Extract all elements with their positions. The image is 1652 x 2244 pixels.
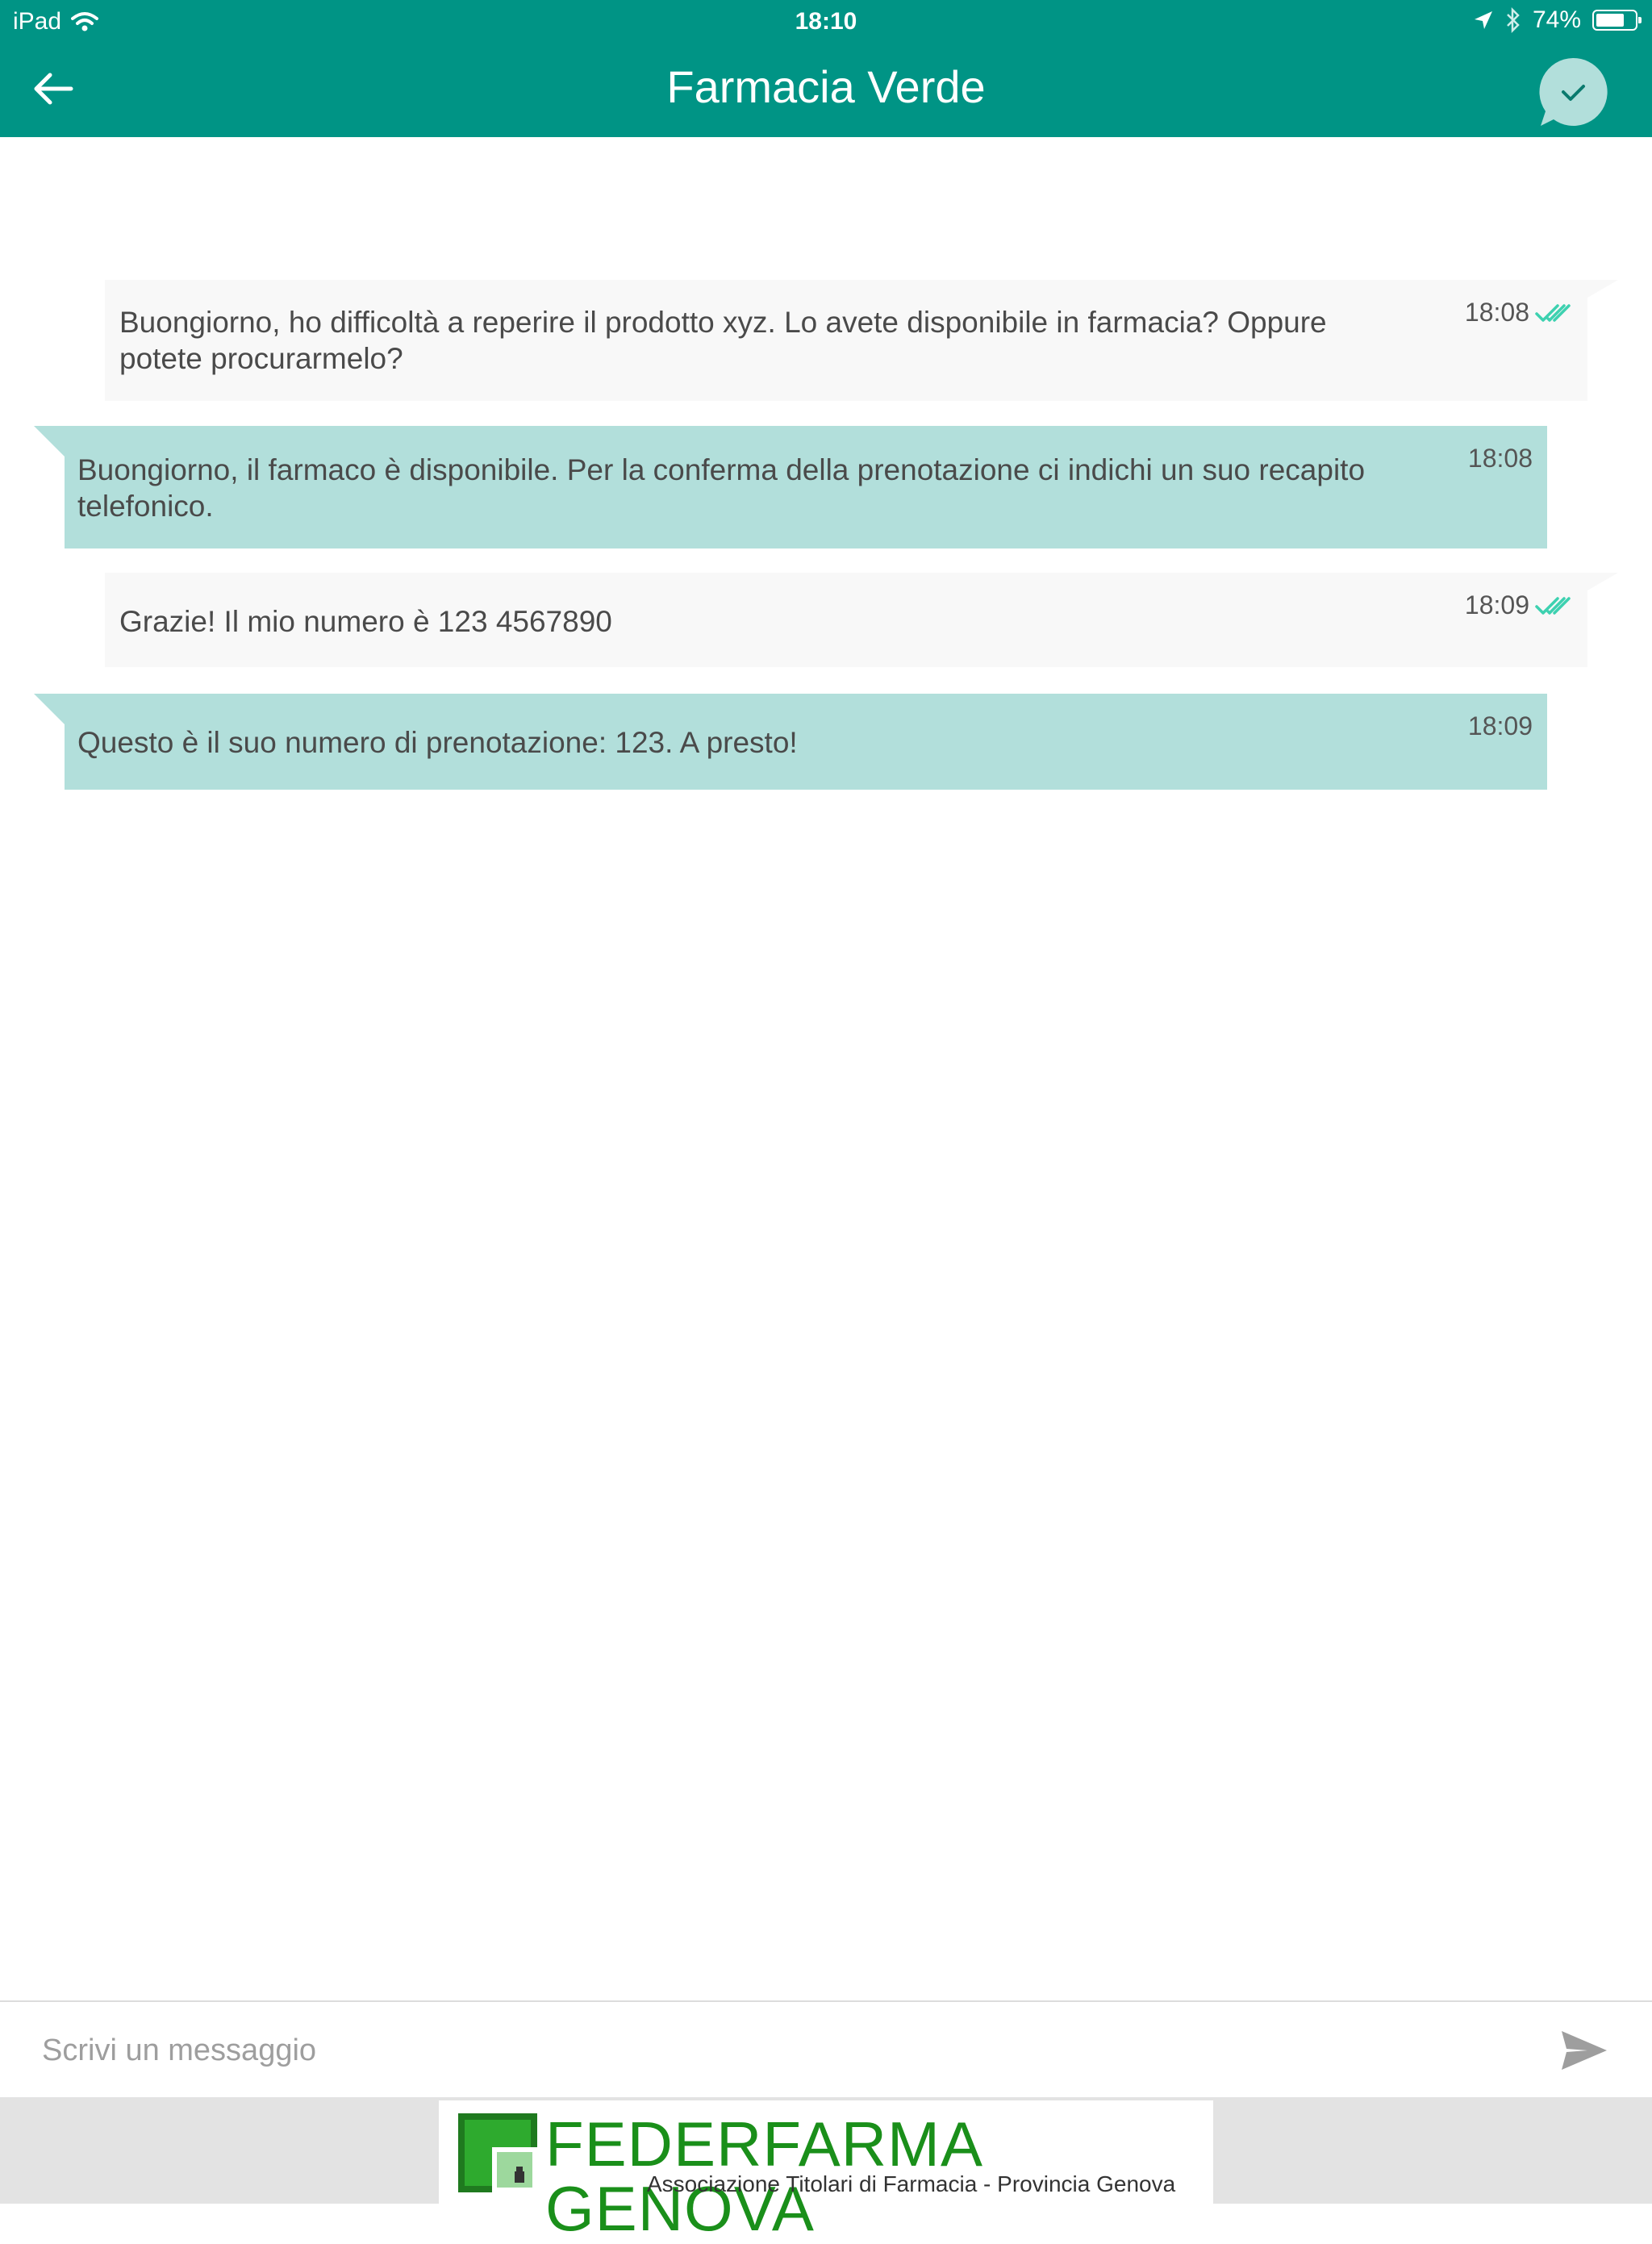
bluetooth-icon bbox=[1507, 7, 1520, 33]
message-meta: 18:09 bbox=[1468, 708, 1533, 745]
message-time: 18:08 bbox=[1467, 444, 1533, 473]
composer-bar bbox=[0, 2000, 1652, 2097]
message-meta: 18:08 bbox=[1468, 440, 1533, 477]
status-right: 74% bbox=[1473, 6, 1642, 34]
message-text: Buongiorno, ho difficoltà a reperire il … bbox=[119, 306, 1327, 375]
federfarma-logo-icon bbox=[458, 2113, 537, 2192]
message-time: 18:08 bbox=[1464, 298, 1529, 327]
message-meta: 18:09 bbox=[1465, 587, 1575, 624]
battery-percent: 74% bbox=[1532, 6, 1581, 33]
message-text: Buongiorno, il farmaco è disponibile. Pe… bbox=[77, 453, 1366, 523]
message-input[interactable] bbox=[40, 2013, 1520, 2088]
double-check-icon bbox=[1535, 596, 1571, 615]
chat-check-icon[interactable] bbox=[1534, 53, 1612, 131]
message-outgoing[interactable]: Grazie! Il mio numero è 123 4567890 18:0… bbox=[105, 573, 1618, 667]
send-icon[interactable] bbox=[1558, 2025, 1610, 2076]
federfarma-banner[interactable]: FEDERFARMA GENOVA Associazione Titolari … bbox=[439, 2100, 1213, 2241]
message-incoming[interactable]: Questo è il suo numero di prenotazione: … bbox=[34, 694, 1547, 790]
message-time: 18:09 bbox=[1467, 711, 1533, 740]
battery-cap bbox=[1638, 17, 1642, 23]
message-text: Grazie! Il mio numero è 123 4567890 bbox=[119, 605, 612, 638]
message-outgoing[interactable]: Buongiorno, ho difficoltà a reperire il … bbox=[105, 280, 1618, 401]
bubble-tail bbox=[34, 694, 65, 724]
message-time: 18:09 bbox=[1464, 590, 1529, 619]
battery-fill bbox=[1596, 14, 1624, 27]
bubble-tail bbox=[34, 426, 65, 457]
message-incoming[interactable]: Buongiorno, il farmaco è disponibile. Pe… bbox=[34, 426, 1547, 548]
battery-icon bbox=[1592, 10, 1642, 31]
status-time: 18:10 bbox=[795, 8, 857, 35]
message-text: Questo è il suo numero di prenotazione: … bbox=[77, 726, 798, 759]
bubble-tail bbox=[1587, 280, 1618, 298]
message-meta: 18:08 bbox=[1465, 294, 1575, 331]
banner-subtitle: Associazione Titolari di Farmacia - Prov… bbox=[647, 2171, 1176, 2196]
status-bar: iPad 18:10 74% bbox=[0, 0, 1652, 44]
location-icon bbox=[1474, 11, 1492, 29]
top-bar: iPad 18:10 74% Farmacia Verde bbox=[0, 0, 1652, 137]
page-title: Farmacia Verde bbox=[666, 61, 986, 112]
bubble-tail bbox=[1587, 573, 1618, 590]
chat-thread[interactable]: Buongiorno, ho difficoltà a reperire il … bbox=[0, 137, 1652, 2000]
double-check-icon bbox=[1535, 303, 1571, 322]
